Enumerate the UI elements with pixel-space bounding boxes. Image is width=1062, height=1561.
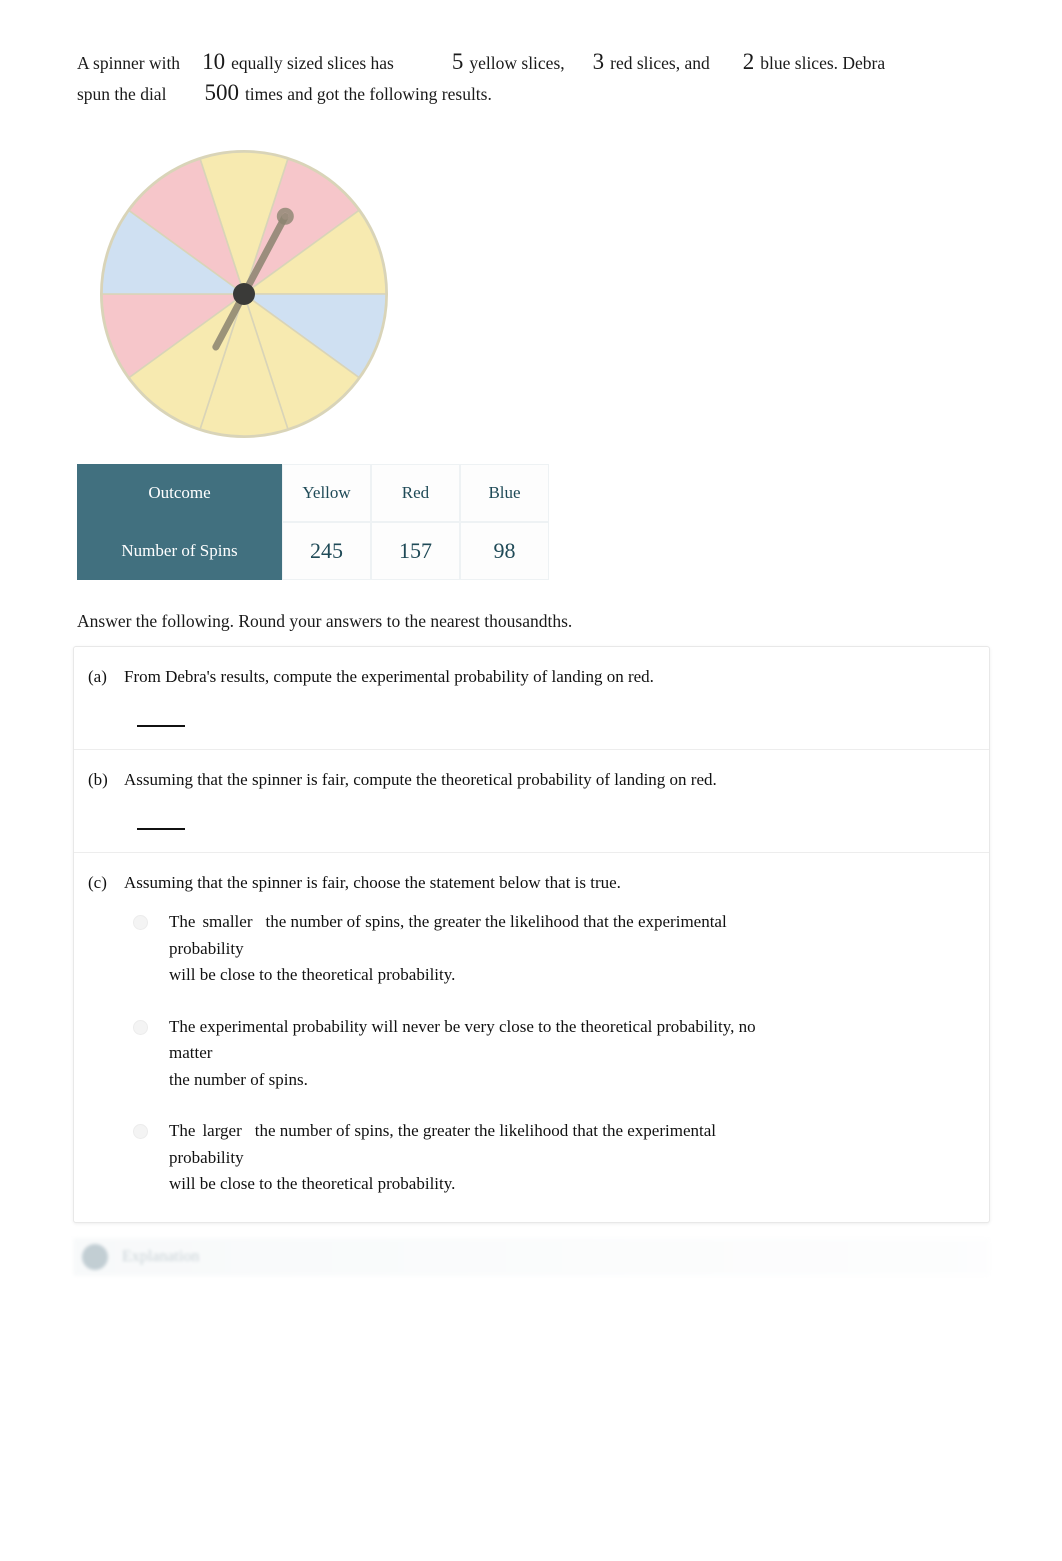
red-count-value: 3	[592, 49, 605, 74]
radio-button-icon[interactable]	[133, 1019, 148, 1035]
choice-2-line3: the number of spins.	[169, 1069, 308, 1089]
problem-text-2: equally sized slices has	[231, 53, 394, 73]
spins-value: 500	[204, 80, 239, 105]
spins-yellow: 245	[282, 522, 371, 580]
question-a-letter: (a)	[88, 667, 107, 686]
explanation-bar[interactable]: Explanation	[73, 1238, 990, 1276]
choice-2-line2: matter	[169, 1043, 213, 1062]
problem-text-3: yellow slices,	[469, 53, 565, 73]
question-b-text: Assuming that the spinner is fair, compu…	[124, 770, 717, 789]
choice-option-3-text: The larger the number of spins, the greate…	[169, 1118, 716, 1198]
radio-button-icon[interactable]	[133, 915, 148, 930]
choice-3-line2: probability	[169, 1147, 244, 1167]
question-a: (a) From Debra's results, compute the ex…	[74, 647, 989, 749]
table-row-outcome: Outcome Yellow Red Blue	[77, 464, 549, 522]
choice-option-2-text: The experimental probability will never …	[169, 1014, 756, 1094]
problem-text-1: A spinner with	[77, 53, 181, 73]
results-table: Outcome Yellow Red Blue Number of Spins …	[77, 464, 549, 580]
choice-group: The smaller the number of spins, the great…	[133, 909, 969, 1198]
column-header-red: Red	[371, 464, 460, 522]
total-slices-value: 10	[202, 49, 226, 74]
question-b-letter: (b)	[88, 770, 108, 789]
blue-count-value: 2	[742, 49, 755, 74]
spinner-hub	[233, 283, 255, 305]
choice-option-3[interactable]: The larger the number of spins, the greate…	[133, 1118, 969, 1198]
row-label-outcome: Outcome	[77, 464, 282, 522]
problem-statement: A spinner with 10 equally sized slices has…	[77, 48, 987, 110]
choice-2-rest: The experimental probability will never …	[169, 1016, 756, 1036]
choice-1-emphasis: smaller	[202, 912, 253, 931]
spins-blue: 98	[460, 522, 549, 580]
problem-text-6: spun the dial	[77, 84, 167, 104]
question-c: (c) Assuming that the spinner is fair, c…	[74, 852, 989, 1222]
question-card: (a) From Debra's results, compute the ex…	[73, 646, 990, 1223]
answer-input-a[interactable]	[137, 725, 185, 727]
choice-3-emphasis: larger	[202, 1121, 242, 1140]
column-header-blue: Blue	[460, 464, 549, 522]
explanation-label: Explanation	[122, 1248, 200, 1265]
choice-1-line2: probability	[169, 938, 244, 958]
question-a-text: From Debra's results, compute the experi…	[124, 667, 654, 686]
choice-1-line3: will be close to the theoretical probabi…	[169, 965, 456, 984]
question-c-letter: (c)	[88, 873, 107, 892]
choice-option-2[interactable]: The experimental probability will never …	[133, 1014, 969, 1094]
column-header-yellow: Yellow	[282, 464, 371, 522]
choice-option-1-text: The smaller the number of spins, the great…	[169, 909, 727, 989]
problem-text-5: blue slices. Debra	[760, 53, 886, 73]
problem-text-4: red slices, and	[610, 53, 710, 73]
question-b: (b) Assuming that the spinner is fair, c…	[74, 749, 989, 852]
yellow-count-value: 5	[451, 49, 464, 74]
choice-option-1[interactable]: The smaller the number of spins, the great…	[133, 909, 969, 989]
problem-text-7: times and got the following results.	[244, 84, 492, 104]
answer-input-b[interactable]	[137, 828, 185, 830]
choice-3-rest: the number of spins, the greater the lik…	[254, 1121, 716, 1140]
table-row-spins: Number of Spins 245 157 98	[77, 522, 549, 580]
choice-1-rest: the number of spins, the greater the lik…	[265, 912, 727, 931]
choice-3-line3: will be close to the theoretical probabi…	[169, 1174, 456, 1193]
spinner-illustration	[98, 148, 390, 440]
question-c-text: Assuming that the spinner is fair, choos…	[124, 873, 621, 892]
choice-1-lead: The	[169, 912, 196, 931]
row-label-number-of-spins: Number of Spins	[77, 522, 282, 580]
explanation-icon	[82, 1244, 108, 1270]
spins-red: 157	[371, 522, 460, 580]
choice-3-lead: The	[169, 1121, 196, 1140]
spinner-svg	[100, 150, 388, 438]
radio-button-icon[interactable]	[133, 1124, 148, 1139]
instruction-text: Answer the following. Round your answers…	[77, 611, 573, 631]
